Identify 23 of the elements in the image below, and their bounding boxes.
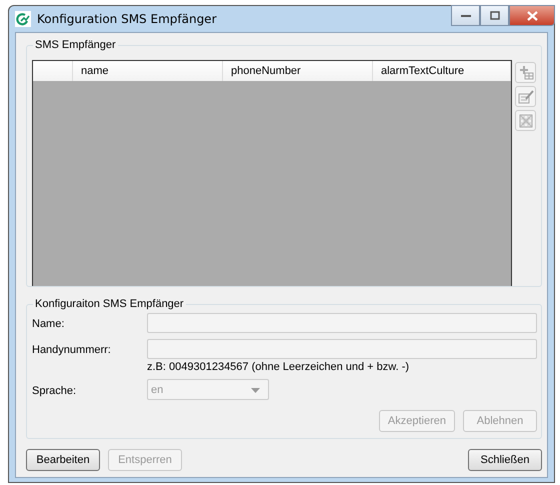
group-title: SMS Empfänger: [33, 39, 118, 51]
close-icon: [526, 10, 538, 20]
field-label: Sprache:: [32, 384, 78, 396]
column-header[interactable]: phoneNumber: [223, 61, 373, 81]
add-row-icon: [518, 64, 534, 80]
field-label: Name:: [32, 317, 66, 330]
app-logo-icon: [16, 12, 30, 26]
button[interactable]: Schließen: [468, 449, 542, 471]
button[interactable]: Bearbeiten: [26, 449, 100, 471]
window-title: Konfiguration SMS Empfänger: [37, 12, 216, 26]
maximize-button[interactable]: [480, 5, 509, 26]
minimize-icon: [460, 14, 470, 18]
delete-row-icon: [518, 112, 534, 128]
minimize-button[interactable]: [451, 5, 480, 26]
field-label: Handynummerr:: [32, 343, 112, 356]
maximize-icon: [490, 11, 500, 20]
column-header[interactable]: name: [73, 61, 223, 81]
column-header[interactable]: alarmTextCulture: [373, 61, 511, 81]
group-title: Konfiguraiton SMS Empfänger: [33, 298, 186, 310]
close-button[interactable]: [509, 5, 555, 26]
edit-row-icon: [518, 88, 534, 104]
caret-icon: [251, 388, 260, 392]
hint-text: z.B: 0049301234567 (ohne Leerzeichen und + bzw. -): [147, 361, 410, 373]
